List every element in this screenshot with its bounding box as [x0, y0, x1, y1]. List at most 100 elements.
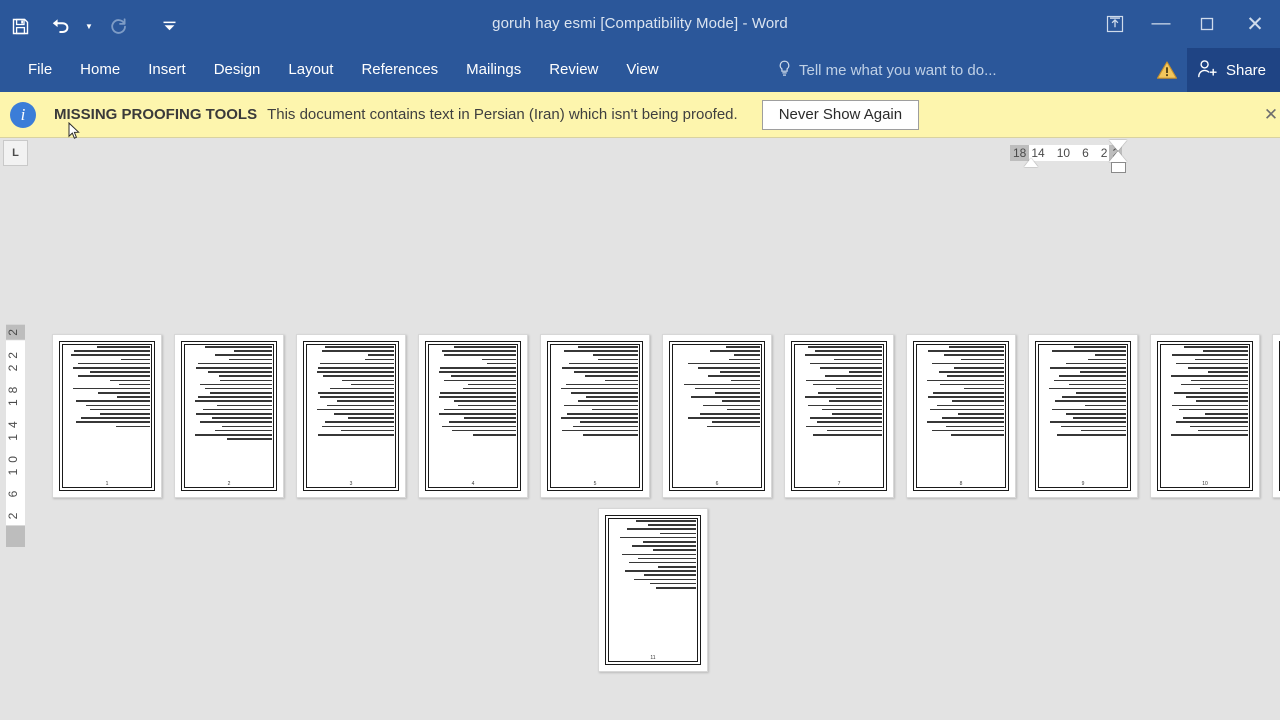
text-line	[1053, 379, 1126, 382]
text-line	[569, 362, 638, 365]
text-line	[1198, 429, 1248, 432]
text-line	[89, 408, 150, 411]
page-thumbnail[interactable]: 5	[540, 334, 650, 498]
text-line	[564, 404, 638, 407]
tab-design[interactable]: Design	[200, 48, 275, 92]
ribbon-display-options-icon[interactable]	[1092, 0, 1138, 48]
page-thumbnail[interactable]: 2	[174, 334, 284, 498]
tab-mailings[interactable]: Mailings	[452, 48, 535, 92]
text-line	[1182, 417, 1248, 419]
text-line	[687, 362, 760, 365]
text-line	[204, 387, 272, 390]
text-line	[1205, 413, 1248, 415]
page-thumbnail[interactable]: 1	[52, 334, 162, 498]
page-thumbnail-advertisement[interactable]: تحقیق آنلاین ➤ Tahghighonline.ir مرجع دا…	[1272, 334, 1280, 498]
vertical-ruler[interactable]: 2 2 6 10 14 18 22	[6, 325, 25, 548]
text-line	[76, 421, 150, 423]
text-line	[486, 362, 516, 365]
text-line	[1186, 396, 1248, 398]
document-pages-row: 1 2 3 4 5 6 7 8 9 10	[52, 334, 1280, 498]
hanging-indent-marker[interactable]	[1109, 151, 1127, 162]
tab-view[interactable]: View	[612, 48, 672, 92]
tab-home[interactable]: Home	[66, 48, 134, 92]
tell-me-search[interactable]: Tell me what you want to do...	[778, 48, 997, 92]
restore-icon[interactable]	[1184, 0, 1230, 48]
tab-file[interactable]: File	[14, 48, 66, 92]
never-show-again-button[interactable]: Never Show Again	[761, 99, 920, 130]
mouse-cursor	[68, 121, 80, 140]
text-line	[196, 366, 272, 369]
text-line	[1199, 387, 1248, 390]
text-line	[1084, 404, 1126, 407]
page-number: 3	[349, 481, 353, 487]
tab-insert[interactable]: Insert	[134, 48, 200, 92]
first-line-indent-marker[interactable]	[1109, 140, 1127, 151]
text-line	[438, 371, 516, 373]
text-line	[577, 346, 638, 348]
page-number: 10	[1202, 481, 1208, 487]
title-bar: ▼ goruh hay esmi [Compatibility Mode] - …	[0, 0, 1280, 48]
page-thumbnail[interactable]: 3	[296, 334, 406, 498]
close-icon[interactable]: ✕	[1230, 0, 1280, 48]
text-line	[70, 354, 150, 356]
message-bar-close-icon[interactable]: ✕	[1258, 102, 1280, 128]
text-line	[1058, 375, 1126, 377]
text-line	[642, 540, 696, 543]
text-line	[1184, 346, 1248, 348]
text-line	[627, 528, 696, 530]
warning-triangle-icon[interactable]	[1147, 48, 1187, 92]
page-thumbnail[interactable]: 6	[662, 334, 772, 498]
text-line	[1170, 433, 1248, 436]
page-text-lines	[186, 346, 272, 477]
text-line	[727, 408, 760, 411]
tab-review[interactable]: Review	[535, 48, 612, 92]
page-thumbnail-last[interactable]: 11	[598, 508, 708, 672]
text-line	[943, 354, 1004, 356]
tab-stop-selector[interactable]: L	[3, 140, 28, 166]
text-line	[926, 421, 1004, 423]
left-indent-marker[interactable]	[1024, 158, 1038, 167]
ruler-scale: 14 10 6 2	[1029, 145, 1110, 161]
text-line	[725, 346, 760, 348]
text-line	[849, 371, 882, 373]
page-thumbnail[interactable]: 8	[906, 334, 1016, 498]
page-number: 4	[471, 481, 475, 487]
text-line	[734, 354, 760, 356]
text-line	[448, 421, 516, 423]
page-text-lines	[610, 520, 696, 651]
text-line	[952, 400, 1004, 403]
text-line	[1057, 433, 1126, 436]
text-line	[215, 354, 272, 356]
text-line	[454, 346, 516, 348]
text-line	[808, 346, 882, 348]
text-line	[218, 375, 272, 377]
text-line	[564, 350, 638, 352]
text-line	[81, 417, 150, 419]
text-line	[364, 358, 394, 361]
text-line	[804, 354, 882, 356]
text-line	[199, 383, 272, 386]
text-line	[809, 417, 882, 419]
text-line	[926, 379, 1004, 382]
text-line	[605, 379, 638, 382]
info-icon: i	[10, 101, 36, 128]
share-button[interactable]: Share	[1186, 48, 1280, 92]
text-line	[703, 404, 760, 407]
text-line	[928, 350, 1004, 352]
left-indent-square-marker[interactable]	[1111, 162, 1126, 173]
page-text-lines	[796, 346, 882, 477]
text-line	[833, 358, 882, 361]
text-line	[98, 392, 150, 394]
text-line	[567, 413, 638, 415]
text-line	[826, 429, 882, 432]
text-line	[438, 396, 516, 398]
minimize-icon[interactable]: —	[1138, 0, 1184, 48]
tab-references[interactable]: References	[347, 48, 452, 92]
page-thumbnail[interactable]: 9	[1028, 334, 1138, 498]
page-thumbnail[interactable]: 10	[1150, 334, 1260, 498]
text-line	[687, 417, 760, 419]
page-thumbnail[interactable]: 4	[418, 334, 528, 498]
tab-layout[interactable]: Layout	[274, 48, 347, 92]
text-line	[649, 582, 696, 585]
page-thumbnail[interactable]: 7	[784, 334, 894, 498]
